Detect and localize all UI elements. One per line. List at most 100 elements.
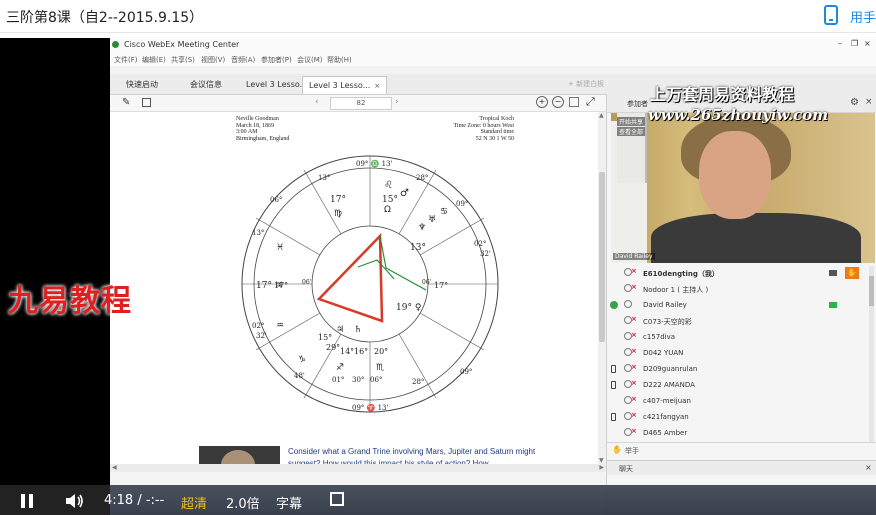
tab-close-icon[interactable]: ×: [374, 82, 380, 90]
participant-row[interactable]: × Nodoor 1 ( 主持人 ): [607, 282, 873, 298]
phone-device-icon: [611, 381, 616, 389]
participant-row[interactable]: × D465 Amber: [607, 426, 873, 442]
degree-label: 09° ♈ 13': [352, 403, 388, 412]
planet-degree: 16°: [354, 347, 368, 356]
degree-label: 17°: [434, 281, 448, 290]
tab-meeting-info[interactable]: 会议信息: [184, 76, 228, 93]
participant-name: c407-meijuan: [643, 397, 691, 405]
participant-row[interactable]: × c407-meijuan: [607, 394, 873, 410]
zoom-in-icon[interactable]: +: [536, 96, 548, 108]
active-speaker-video[interactable]: 开始共享 查看全部 David Railey: [611, 113, 875, 263]
zoom-out-icon[interactable]: −: [552, 96, 564, 108]
page-title: 三阶第8课（自2--2015.9.15）: [6, 10, 204, 26]
view-all-button[interactable]: 查看全部: [617, 127, 646, 136]
subtitle-button[interactable]: 字幕: [276, 493, 302, 512]
menu-edit[interactable]: 编辑(E): [142, 55, 166, 65]
webex-titlebar: Cisco WebEx Meeting Center – ❐ ×: [110, 38, 876, 52]
previous-page-icon[interactable]: ‹: [315, 97, 319, 107]
document-horizontal-scrollbar[interactable]: ◀ ▶: [110, 464, 606, 472]
scroll-thumb[interactable]: [869, 276, 874, 306]
planet-degree: 13°: [410, 243, 426, 253]
tab-lesson-2[interactable]: Level 3 Lesso... ×: [302, 76, 388, 94]
shared-document: Neville Goodman March 18, 1869 3:00 AM B…: [110, 112, 606, 464]
planet-degree: 15°: [318, 333, 332, 342]
chart-right-header: Tropical Koch Time Zone: 0 hours West St…: [448, 116, 514, 142]
video-camera-icon[interactable]: [829, 270, 837, 276]
pause-icon[interactable]: [20, 494, 34, 508]
degree-label: 30°: [352, 376, 364, 384]
participant-row[interactable]: × c157diva: [607, 330, 873, 346]
minimize-icon[interactable]: –: [838, 39, 842, 48]
capricorn-glyph: ♑: [298, 355, 306, 365]
participant-name: D465 Amber: [643, 429, 688, 437]
participant-row[interactable]: × C073-天空的彩: [607, 314, 873, 330]
participant-row[interactable]: David Railey: [607, 298, 873, 314]
degree-label: 06': [302, 279, 312, 286]
participant-row[interactable]: × c421fangyan: [607, 410, 873, 426]
start-share-button[interactable]: 开始共享: [617, 117, 646, 126]
pisces-glyph: ♓: [276, 243, 284, 253]
next-page-icon[interactable]: ›: [395, 97, 399, 107]
raise-hand-button[interactable]: 举手: [625, 446, 639, 456]
participant-row[interactable]: × D209guanrulan: [607, 362, 873, 378]
user-label[interactable]: 用手: [850, 7, 876, 26]
volume-icon[interactable]: [65, 493, 85, 509]
page-number-field[interactable]: 82: [330, 97, 392, 110]
participant-row[interactable]: × D042 YUAN: [607, 346, 873, 362]
player-header: 三阶第8课（自2--2015.9.15） 用手: [0, 0, 876, 33]
raise-hand-icon[interactable]: ✋: [845, 267, 859, 279]
menu-share[interactable]: 共享(S): [171, 55, 195, 65]
degree-label: 06°: [370, 376, 382, 384]
close-window-icon[interactable]: ×: [864, 39, 871, 48]
raise-hand-icon[interactable]: ✋: [612, 445, 622, 454]
watermark-url: www.265zhouyiw.com: [648, 106, 829, 124]
menu-participant[interactable]: 参加者(P): [261, 55, 292, 65]
menu-help[interactable]: 帮助(H): [327, 55, 352, 65]
speaker-body: [651, 213, 861, 263]
chat-title[interactable]: 聊天: [619, 464, 633, 474]
degree-label: 13°: [252, 229, 264, 237]
video-camera-icon[interactable]: [829, 302, 837, 308]
scroll-right-icon[interactable]: ▶: [599, 464, 604, 471]
participants-title[interactable]: 参加者: [627, 99, 648, 109]
fullscreen-icon[interactable]: [330, 492, 344, 506]
planet-degree: 29°: [326, 343, 340, 352]
tab-quick-start[interactable]: 快速启动: [120, 76, 164, 93]
menu-audio[interactable]: 音频(A): [231, 55, 255, 65]
close-chat-icon[interactable]: ×: [865, 463, 872, 472]
muted-icon: ×: [631, 363, 637, 371]
virgo-glyph: ♍: [334, 209, 342, 219]
muted-icon: ×: [631, 347, 637, 355]
degree-label: 02°: [474, 240, 486, 248]
tab-lesson-2-label: Level 3 Lesso...: [309, 81, 371, 90]
document-vertical-scrollbar[interactable]: ▲ ▼: [598, 112, 606, 464]
video-frame[interactable]: Cisco WebEx Meeting Center – ❐ × 文件(F) 编…: [0, 38, 876, 515]
scroll-left-icon[interactable]: ◀: [112, 464, 117, 471]
participant-row[interactable]: × E610dengting（我） ✋: [607, 266, 873, 282]
participant-row[interactable]: × D222 AMANDA: [607, 378, 873, 394]
phone-icon[interactable]: [824, 5, 838, 25]
quality-button[interactable]: 超清: [181, 493, 207, 512]
header-right-line: 52 N 30 1 W 50: [475, 135, 514, 142]
menu-meeting[interactable]: 会议(M): [297, 55, 323, 65]
leo-glyph: ♌: [384, 180, 393, 191]
scroll-up-icon[interactable]: ▲: [599, 112, 604, 119]
chart-left-header: Neville Goodman March 18, 1869 3:00 AM B…: [236, 116, 289, 142]
scroll-down-icon[interactable]: ▼: [599, 457, 604, 464]
restore-icon[interactable]: ❐: [851, 39, 858, 48]
fit-page-icon[interactable]: [569, 97, 579, 107]
phone-device-icon: [611, 365, 616, 373]
participant-list-scrollbar[interactable]: [869, 266, 874, 442]
scroll-thumb[interactable]: [599, 172, 605, 342]
pen-icon[interactable]: ✎: [122, 97, 130, 108]
menu-view[interactable]: 视图(V): [201, 55, 225, 65]
cancer-glyph: ♋: [440, 207, 448, 217]
speed-button[interactable]: 2.0倍: [226, 493, 260, 512]
chat-panel-header[interactable]: 聊天 ×: [607, 460, 876, 475]
new-whiteboard-button[interactable]: + 新建白板: [568, 79, 604, 89]
gear-icon[interactable]: ⚙: [850, 97, 859, 108]
close-panel-icon[interactable]: ×: [865, 97, 873, 107]
fullscreen-doc-icon[interactable]: ⤢: [586, 95, 595, 109]
menu-file[interactable]: 文件(F): [114, 55, 138, 65]
panel-toggle-icon[interactable]: [142, 98, 151, 107]
